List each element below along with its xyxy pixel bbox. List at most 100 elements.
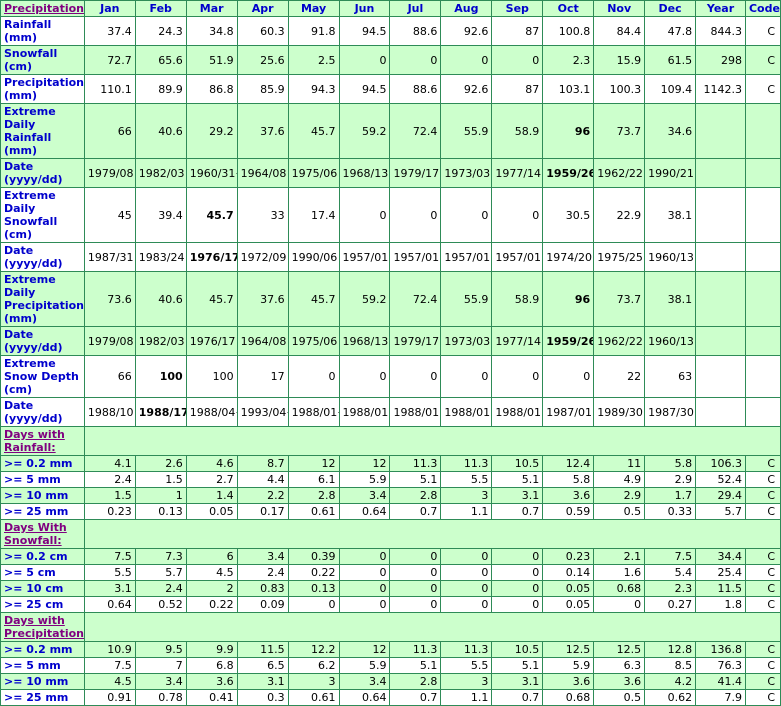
row-label: Extreme Daily Precipitation (mm) <box>0 271 85 327</box>
cell-value: 12 <box>287 455 340 472</box>
cell-value: 8.7 <box>236 455 289 472</box>
cell-value: 0 <box>338 564 391 581</box>
cell-value: 1.1 <box>440 503 493 520</box>
cell-value: 2 <box>185 580 238 597</box>
cell-value: 5.1 <box>389 657 442 674</box>
cell-value: 1.1 <box>440 689 493 706</box>
cell-value: 45.7 <box>185 187 238 243</box>
cell-value: 1960/31+ <box>185 158 238 188</box>
cell-value: 5.5 <box>83 564 136 581</box>
table-row: >= 5 cm 5.5 5.7 4.5 2.4 0.22 0 0 0 0 0.14 1.6 5.4 25.… <box>0 564 781 581</box>
cell-code <box>744 326 781 356</box>
cell-value: 0 <box>338 596 391 613</box>
cell-value: 47.8 <box>644 16 697 46</box>
cell-value: 1959/26 <box>542 326 595 356</box>
cell-value: 1988/01+ <box>440 397 493 427</box>
cell-value: 1975/06 <box>287 158 340 188</box>
cell-value: 2.3 <box>542 45 595 75</box>
cell-value: 6 <box>185 548 238 565</box>
cell-value: 3.4 <box>236 548 289 565</box>
cell-value: 1972/09 <box>236 242 289 272</box>
column-header-feb: Feb <box>134 0 187 17</box>
table-row: >= 25 mm 0.23 0.13 0.05 0.17 0.61 0.64 0.7 1.1 0.… <box>0 503 781 520</box>
section-header-row: Days with Precipitation: <box>0 612 781 642</box>
cell-value: 4.6 <box>185 455 238 472</box>
cell-value: 1982/03 <box>134 326 187 356</box>
cell-value: 1989/30 <box>593 397 646 427</box>
cell-value: 3.6 <box>542 673 595 690</box>
cell-value: 1990/06 <box>287 242 340 272</box>
cell-value: 2.3 <box>644 580 697 597</box>
cell-code <box>744 397 781 427</box>
cell-value: 12.8 <box>644 641 697 658</box>
cell-code: C <box>744 16 781 46</box>
cell-value: 1964/08 <box>236 158 289 188</box>
cell-value: 0.5 <box>593 689 646 706</box>
cell-value: 7 <box>134 657 187 674</box>
cell-value: 2.1 <box>593 548 646 565</box>
cell-value: 5.8 <box>542 471 595 488</box>
cell-value: 1988/04+ <box>185 397 238 427</box>
cell-value: 1977/14 <box>491 326 544 356</box>
cell-value: 0.14 <box>542 564 595 581</box>
cell-value: 7.5 <box>83 657 136 674</box>
cell-value: 103.1 <box>542 74 595 104</box>
cell-value: 0.68 <box>593 580 646 597</box>
cell-value: 1976/17 <box>185 326 238 356</box>
cell-value: 12.5 <box>542 641 595 658</box>
cell-value: 12.2 <box>287 641 340 658</box>
cell-value: 85.9 <box>236 74 289 104</box>
cell-value: 4.2 <box>644 673 697 690</box>
cell-value: 1979/08 <box>83 326 136 356</box>
cell-value: 1.6 <box>593 564 646 581</box>
cell-value: 0.62 <box>644 689 697 706</box>
cell-year <box>695 242 746 272</box>
cell-year: 136.8 <box>695 641 746 658</box>
column-header-aug: Aug <box>440 0 493 17</box>
cell-code <box>744 271 781 327</box>
cell-value: 96 <box>542 103 595 159</box>
cell-value: 2.4 <box>83 471 136 488</box>
cell-value: 2.6 <box>134 455 187 472</box>
cell-value: 33 <box>236 187 289 243</box>
cell-value: 11 <box>593 455 646 472</box>
table-header-row: Precipitation: Jan Feb Mar Apr May Jun Jul Aug Se… <box>0 0 781 17</box>
cell-value: 87 <box>491 16 544 46</box>
cell-value: 34.6 <box>644 103 697 159</box>
cell-value: 73.6 <box>83 271 136 327</box>
cell-value: 6.1 <box>287 471 340 488</box>
cell-year: 52.4 <box>695 471 746 488</box>
cell-value: 3.6 <box>593 673 646 690</box>
cell-value: 110.1 <box>83 74 136 104</box>
cell-value: 0 <box>491 548 544 565</box>
cell-value: 0.05 <box>185 503 238 520</box>
cell-value: 4.9 <box>593 471 646 488</box>
cell-value: 2.7 <box>185 471 238 488</box>
table-row: >= 10 mm 4.5 3.4 3.6 3.1 3 3.4 2.8 3 3.1 3.6 3.6 4.2… <box>0 673 781 690</box>
cell-value: 0.5 <box>593 503 646 520</box>
cell-value: 5.7 <box>134 564 187 581</box>
cell-year: 106.3 <box>695 455 746 472</box>
cell-value: 1973/03 <box>440 158 493 188</box>
section-title: Days With Snowfall: <box>0 519 85 549</box>
cell-value: 1968/13 <box>338 326 391 356</box>
section-header-row: Days With Snowfall: <box>0 519 781 549</box>
column-header-jul: Jul <box>389 0 442 17</box>
cell-value: 1987/01+ <box>542 397 595 427</box>
cell-value: 5.4 <box>644 564 697 581</box>
cell-value: 2.9 <box>644 471 697 488</box>
cell-code: C <box>744 673 781 690</box>
table-row: Rainfall (mm) 37.4 24.3 34.8 60.3 91.8 94.5 88.… <box>0 16 781 46</box>
cell-value: 38.1 <box>644 187 697 243</box>
cell-value: 0.61 <box>287 503 340 520</box>
cell-value: 60.3 <box>236 16 289 46</box>
cell-value: 0.83 <box>236 580 289 597</box>
row-label: Precipitation (mm) <box>0 74 85 104</box>
cell-value: 45.7 <box>185 271 238 327</box>
cell-value: 89.9 <box>134 74 187 104</box>
cell-value: 0.3 <box>236 689 289 706</box>
cell-value: 0 <box>338 355 391 398</box>
cell-year <box>695 103 746 159</box>
section-header-spacer <box>83 426 781 456</box>
cell-value: 1962/22 <box>593 158 646 188</box>
